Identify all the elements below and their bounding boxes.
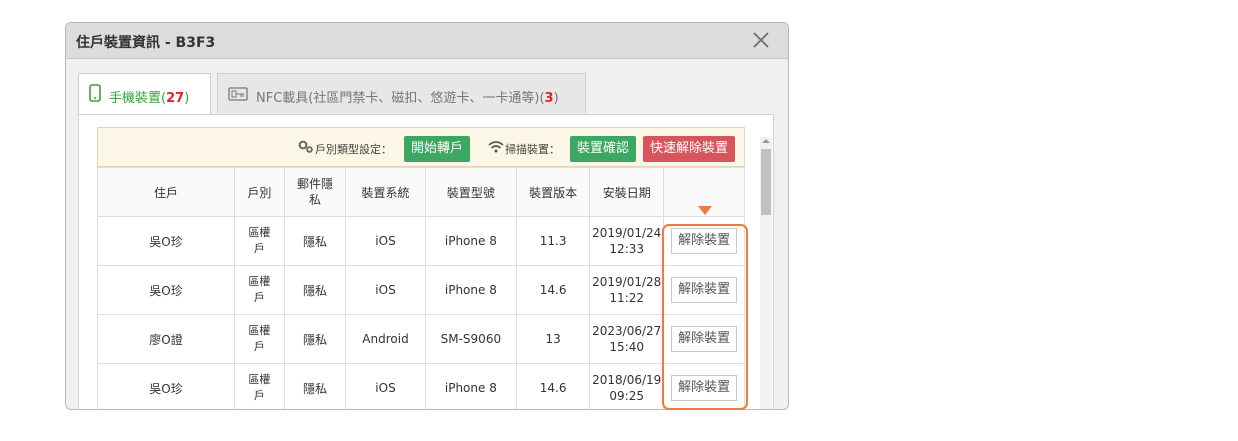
- tab-content: 戶別類型設定： 開始轉戶 掃描裝置： 裝置確認 快速解除裝置 住戶 戶別 郵件隱…: [78, 114, 774, 409]
- unbind-device-button[interactable]: 解除裝置: [671, 326, 738, 352]
- tab-nfc-count: 3: [544, 91, 554, 106]
- cell-privacy: 隱私: [283, 363, 347, 409]
- device-toolbar: 戶別類型設定： 開始轉戶 掃描裝置： 裝置確認 快速解除裝置: [97, 127, 745, 167]
- cell-version: 14.6: [515, 265, 591, 315]
- cell-unit-type: 區權戶: [234, 216, 285, 266]
- cell-action: 解除裝置: [663, 216, 745, 266]
- cell-privacy: 隱私: [283, 314, 347, 364]
- cell-install-date: 2019/01/24 12:33: [589, 216, 665, 266]
- cell-resident: 吳O珍: [96, 216, 236, 266]
- cell-unit-type: 區權戶: [234, 265, 285, 315]
- cell-version: 13: [515, 314, 591, 364]
- device-info-dialog: 住戶裝置資訊 - B3F3 手機裝置(27) NFC載具(社區門禁卡、磁扣、悠遊…: [65, 22, 789, 410]
- table-row: 廖O證 區權戶 隱私 Android SM-S9060 13 2023/06/2…: [96, 314, 745, 364]
- cell-os: iOS: [345, 216, 426, 266]
- device-table-wrap: 戶別類型設定： 開始轉戶 掃描裝置： 裝置確認 快速解除裝置 住戶 戶別 郵件隱…: [96, 127, 745, 409]
- cell-action: 解除裝置: [663, 314, 745, 364]
- col-privacy-label: 郵件隱私: [296, 177, 333, 207]
- cell-os: Android: [345, 314, 426, 364]
- col-privacy: 郵件隱私: [283, 167, 347, 217]
- tab-nfc-label: NFC載具(社區門禁卡、磁扣、悠遊卡、一卡通等)(3): [256, 91, 559, 106]
- cell-model: iPhone 8: [424, 363, 517, 409]
- gears-icon: [298, 140, 313, 153]
- cell-version: 14.6: [515, 363, 591, 409]
- unbind-device-button[interactable]: 解除裝置: [671, 277, 738, 303]
- table-row: 吳O珍 區權戶 隱私 iOS iPhone 8 14.6 2019/01/28 1…: [96, 265, 745, 315]
- dialog-titlebar: 住戶裝置資訊 - B3F3: [66, 23, 788, 59]
- col-resident: 住戶: [96, 167, 236, 217]
- cell-os: iOS: [345, 265, 426, 315]
- table-row: 吳O珍 區權戶 隱私 iOS iPhone 8 11.3 2019/01/24 1…: [96, 216, 745, 266]
- cell-unit-type-text: 區權戶: [248, 226, 271, 255]
- type-setting-label: 戶別類型設定：: [315, 143, 392, 156]
- device-confirm-button[interactable]: 裝置確認: [570, 136, 637, 162]
- cell-install-date: 2018/06/19 09:25: [589, 363, 665, 409]
- vertical-scrollbar[interactable]: [760, 137, 772, 409]
- quick-remove-button[interactable]: 快速解除裝置: [643, 136, 736, 162]
- cell-privacy: 隱私: [283, 265, 347, 315]
- tab-nfc-devices[interactable]: NFC載具(社區門禁卡、磁扣、悠遊卡、一卡通等)(3): [217, 73, 586, 113]
- start-transfer-button[interactable]: 開始轉戶: [404, 136, 471, 162]
- cell-privacy: 隱私: [283, 216, 347, 266]
- cell-unit-type-text: 區權戶: [248, 373, 271, 402]
- scan-label: 掃描裝置：: [505, 143, 560, 156]
- cell-resident: 廖O證: [96, 314, 236, 364]
- dialog-title: 住戶裝置資訊 - B3F3: [76, 35, 216, 51]
- cell-date: 2019/01/24: [592, 226, 662, 240]
- tab-nfc-text: NFC載具(社區門禁卡、磁扣、悠遊卡、一卡通等): [256, 91, 540, 106]
- tab-phone-devices[interactable]: 手機裝置(27): [78, 73, 211, 115]
- col-unit-type: 戶別: [234, 167, 285, 217]
- unbind-device-button[interactable]: 解除裝置: [671, 228, 738, 254]
- cell-resident: 吳O珍: [96, 363, 236, 409]
- tab-phone-label: 手機裝置(27): [109, 91, 190, 106]
- cell-model: SM-S9060: [424, 314, 517, 364]
- cell-time: 11:22: [609, 291, 645, 305]
- col-version: 裝置版本: [515, 167, 591, 217]
- cell-install-date: 2023/06/27 15:40: [589, 314, 665, 364]
- cell-version: 11.3: [515, 216, 591, 266]
- cell-action: 解除裝置: [663, 265, 745, 315]
- tab-phone-count: 27: [166, 91, 185, 106]
- scroll-up-arrow-icon[interactable]: [762, 139, 770, 143]
- cell-date: 2023/06/27: [592, 324, 662, 338]
- tab-phone-text: 手機裝置: [109, 91, 162, 106]
- table-row: 吳O珍 區權戶 隱私 iOS iPhone 8 14.6 2018/06/19 0…: [96, 363, 745, 409]
- cell-unit-type-text: 區權戶: [248, 275, 271, 304]
- cell-date: 2018/06/19: [592, 373, 662, 387]
- close-icon[interactable]: [750, 29, 772, 51]
- unbind-device-button[interactable]: 解除裝置: [671, 375, 738, 401]
- phone-icon: [89, 84, 101, 102]
- cell-install-date: 2019/01/28 11:22: [589, 265, 665, 315]
- cell-action: 解除裝置: [663, 363, 745, 409]
- cell-os: iOS: [345, 363, 426, 409]
- col-install-date: 安裝日期: [589, 167, 665, 217]
- wifi-icon: [488, 141, 504, 153]
- pointer-arrow-icon: [698, 206, 712, 215]
- cell-resident: 吳O珍: [96, 265, 236, 315]
- col-os: 裝置系統: [345, 167, 426, 217]
- cell-model: iPhone 8: [424, 216, 517, 266]
- cell-date: 2019/01/28: [592, 275, 662, 289]
- cell-model: iPhone 8: [424, 265, 517, 315]
- table-header-row: 住戶 戶別 郵件隱私 裝置系統 裝置型號 裝置版本 安裝日期: [96, 167, 745, 217]
- device-table: 住戶 戶別 郵件隱私 裝置系統 裝置型號 裝置版本 安裝日期 吳O珍 區權戶 隱…: [96, 167, 745, 409]
- nfc-card-icon: [228, 87, 248, 101]
- cell-time: 09:25: [609, 389, 645, 403]
- cell-time: 15:40: [609, 340, 645, 354]
- scroll-thumb[interactable]: [761, 149, 771, 215]
- cell-unit-type: 區權戶: [234, 314, 285, 364]
- col-model: 裝置型號: [424, 167, 517, 217]
- cell-time: 12:33: [609, 242, 645, 256]
- cell-unit-type-text: 區權戶: [248, 324, 271, 353]
- cell-unit-type: 區權戶: [234, 363, 285, 409]
